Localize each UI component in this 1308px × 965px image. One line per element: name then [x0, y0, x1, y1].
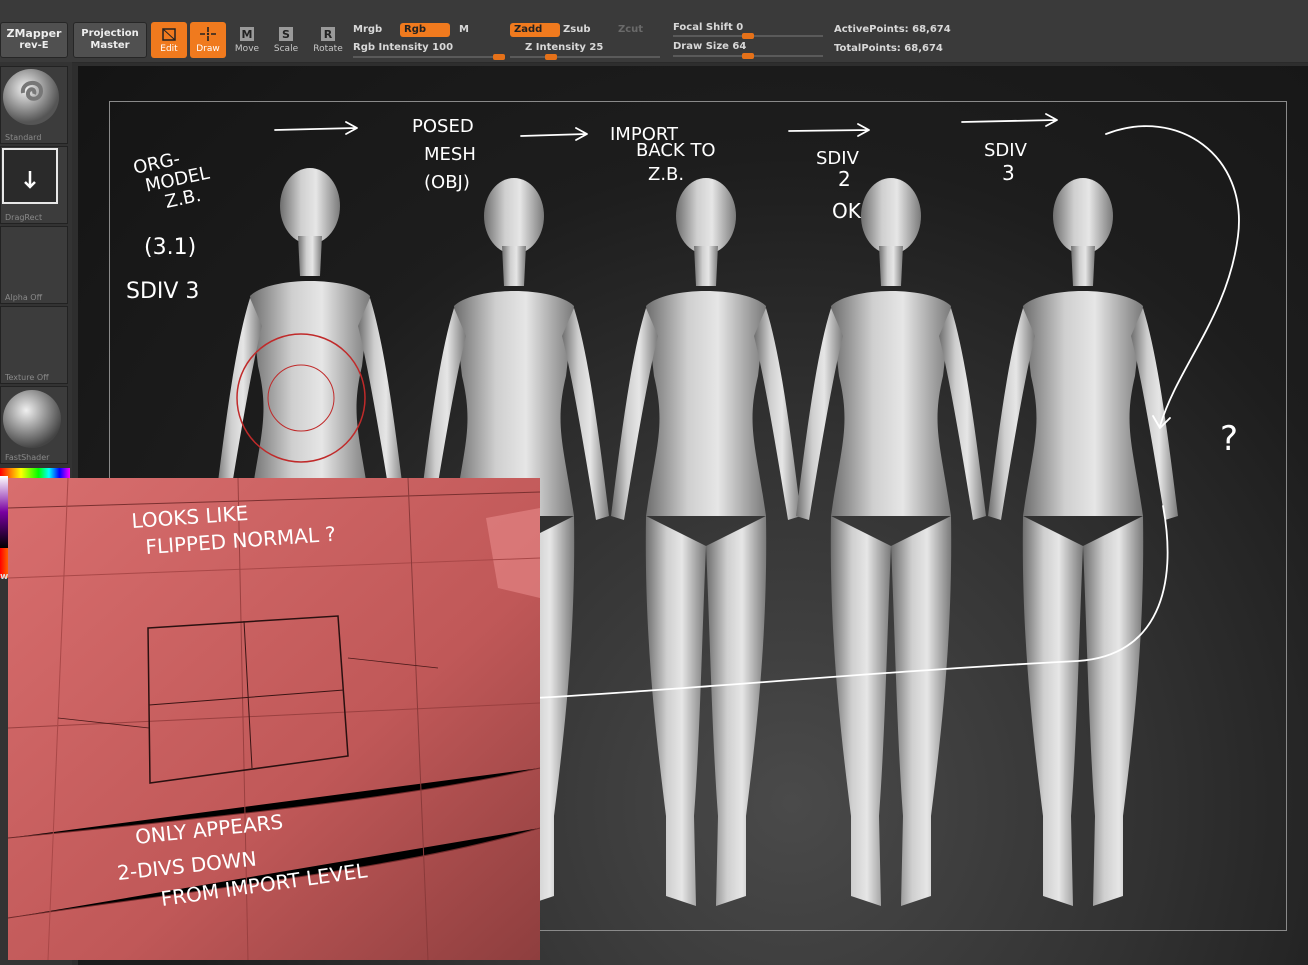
draw-icon [200, 27, 216, 41]
total-points-readout: TotalPoints: 68,674 [834, 43, 943, 54]
note-col5-line1: SDIV [984, 140, 1028, 161]
figure-sdiv2 [796, 178, 986, 906]
closeup-mesh: LOOKS LIKE FLIPPED NORMAL ? ONLY APPEARS… [8, 478, 540, 960]
arrow-3 [788, 123, 870, 137]
focal-shift-knob[interactable] [742, 33, 754, 39]
focal-shift-value: 0 [736, 22, 744, 33]
note-col4-line1: SDIV [816, 148, 860, 169]
note-col1-paren: (3.1) [144, 235, 196, 260]
projection-master-button[interactable]: Projection Master [73, 22, 147, 58]
brush-standard-icon [3, 69, 59, 125]
draw-button[interactable]: Draw [190, 22, 226, 58]
z-intensity-slider[interactable] [510, 54, 660, 60]
closeup-inset: LOOKS LIKE FLIPPED NORMAL ? ONLY APPEARS… [8, 478, 540, 960]
note-question: ? [1220, 419, 1238, 459]
rgb-intensity-slider[interactable] [353, 54, 505, 60]
note-col4-line2: 2 [838, 167, 851, 191]
mrgb-toggle[interactable]: Mrgb [353, 24, 382, 35]
zmapper-label: ZMapper [6, 27, 62, 40]
edit-icon [162, 28, 176, 41]
projection-sub-label: Master [90, 40, 130, 51]
brush-standard-tile[interactable]: Standard [0, 66, 68, 144]
drag-rect-icon [2, 148, 58, 204]
brush-standard-caption: Standard [5, 133, 42, 142]
edit-button[interactable]: Edit [151, 22, 187, 58]
scale-button[interactable]: S Scale [268, 22, 304, 58]
scale-label: Scale [273, 44, 299, 54]
note-col2-line1: POSED [412, 116, 474, 137]
scale-icon: S [279, 27, 293, 41]
focal-shift-label: Focal Shift 0 [673, 22, 743, 33]
draw-label: Draw [196, 44, 220, 54]
zmapper-sub-label: rev-E [19, 40, 49, 51]
note-col2-line3: (OBJ) [424, 172, 470, 193]
move-label: Move [234, 44, 260, 54]
focal-shift-text: Focal Shift [673, 22, 733, 33]
rgb-intensity-knob[interactable] [493, 54, 505, 60]
alpha-icon: Alpha Off [5, 293, 43, 302]
note-col3-line2: BACK TO [636, 140, 716, 161]
move-button[interactable]: M Move [229, 22, 265, 58]
color-picker-shade [0, 476, 8, 548]
zsub-toggle[interactable]: Zsub [563, 24, 590, 35]
draw-size-value: 64 [732, 41, 747, 52]
note-col3-line3: Z.B. [648, 164, 684, 185]
svg-text:R: R [324, 28, 333, 41]
draw-size-knob[interactable] [742, 53, 754, 59]
texture-tile[interactable]: Texture Off [0, 306, 68, 384]
top-toolbar: ZMapper rev-E Projection Master Edit Dra… [0, 0, 1308, 63]
note-col4-line3: OK [832, 199, 862, 223]
alpha-tile[interactable]: Alpha Off [0, 226, 68, 304]
draw-size-label: Draw Size 64 [673, 41, 746, 52]
arrow-4 [961, 113, 1058, 127]
move-icon: M [240, 27, 254, 41]
edit-label: Edit [160, 44, 178, 54]
z-intensity-label: Z Intensity 25 [525, 42, 604, 53]
m-toggle[interactable]: M [459, 24, 469, 35]
figure-import [611, 178, 801, 906]
fastshader-caption: FastShader [5, 453, 50, 462]
active-points-readout: ActivePoints: 68,674 [834, 24, 951, 35]
rgb-intensity-label: Rgb Intensity 100 [353, 42, 454, 53]
z-intensity-knob[interactable] [544, 54, 557, 60]
dragrect-caption: DragRect [5, 213, 43, 222]
draw-size-slider[interactable] [673, 53, 823, 59]
figure-sdiv3 [988, 178, 1178, 906]
zmapper-button[interactable]: ZMapper rev-E [0, 22, 68, 58]
svg-text:S: S [282, 28, 290, 41]
material-tile[interactable]: FastShader [0, 386, 68, 464]
focal-shift-slider[interactable] [673, 33, 823, 39]
arrow-1 [274, 121, 358, 135]
stroke-dragrect-tile[interactable]: DragRect [0, 146, 68, 224]
zadd-toggle[interactable]: Zadd [510, 23, 560, 37]
zcut-toggle[interactable]: Zcut [618, 24, 643, 35]
note-col2-line2: MESH [424, 144, 476, 165]
rotate-label: Rotate [313, 44, 343, 54]
rgb-toggle[interactable]: Rgb [400, 23, 450, 37]
material-sphere-icon [3, 390, 61, 448]
projection-label: Projection [81, 28, 139, 39]
note-col5-line2: 3 [1002, 161, 1015, 185]
texture-icon: Texture Off [5, 373, 49, 382]
draw-size-text: Draw Size [673, 41, 729, 52]
rotate-icon: R [321, 27, 335, 41]
rotate-button[interactable]: R Rotate [310, 22, 346, 58]
note-col1-sdiv: SDIV 3 [126, 279, 199, 304]
svg-text:M: M [242, 28, 253, 41]
arrow-2 [520, 127, 588, 141]
